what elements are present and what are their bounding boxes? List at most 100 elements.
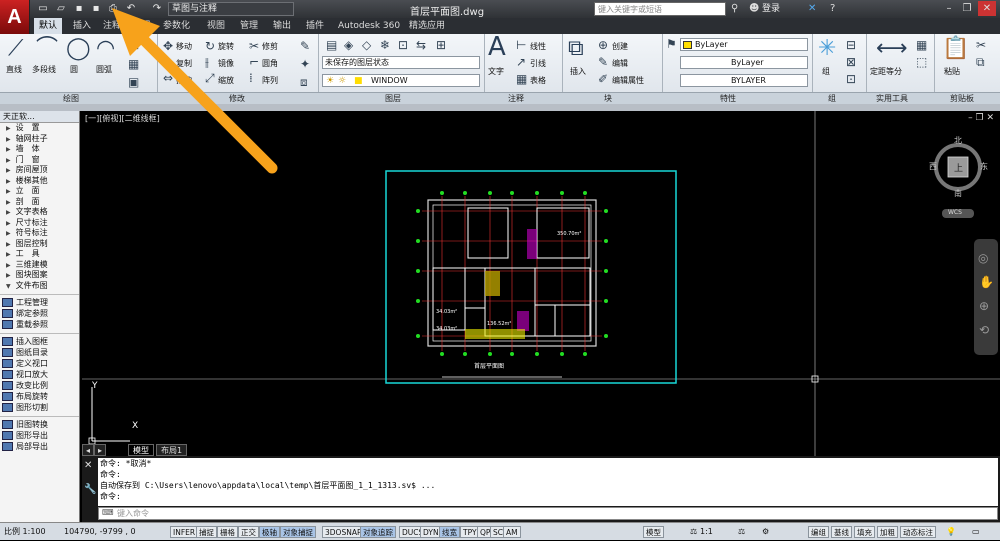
close-command-icon[interactable]: ✕ bbox=[84, 460, 92, 471]
tangent-dynamic-dim-button[interactable]: 动态标注 bbox=[900, 526, 936, 538]
tab-output[interactable]: 输出 bbox=[268, 18, 296, 34]
sidebar-item-blocks-patterns[interactable]: ▶ 图块图案 bbox=[0, 270, 79, 281]
binoculars-icon[interactable]: ⚲ bbox=[731, 2, 738, 16]
sidebar-item-symbols[interactable]: ▶ 符号标注 bbox=[0, 228, 79, 239]
command-input[interactable]: 键入命令 bbox=[98, 507, 998, 520]
zoom-extents-icon[interactable]: ⊕ bbox=[979, 299, 989, 313]
help-icon[interactable]: ? bbox=[830, 2, 835, 16]
sidebar-item-rooms-roofs[interactable]: ▶ 房间屋顶 bbox=[0, 165, 79, 176]
sidebar-tool-export-drawing[interactable]: 图形导出 bbox=[0, 430, 79, 441]
sidebar-tool-drawing-index[interactable]: 图纸目录 bbox=[0, 347, 79, 358]
draw-line-label[interactable]: 直线 bbox=[6, 64, 22, 75]
trim-icon[interactable]: ✂ bbox=[249, 40, 259, 52]
viewport-scale[interactable]: 1:1 bbox=[700, 523, 713, 541]
annotation-visibility-icon[interactable]: ⚖ bbox=[738, 523, 745, 541]
text-icon[interactable]: A bbox=[488, 34, 506, 60]
hatch-icon[interactable]: ▦ bbox=[128, 58, 139, 70]
group-icon[interactable]: ✳ bbox=[818, 38, 836, 60]
group-edit-icon[interactable]: ⊠ bbox=[846, 56, 856, 68]
insert-block-icon[interactable]: ⧉ bbox=[568, 38, 584, 60]
workspace-switch-icon[interactable]: ⚙ bbox=[762, 523, 769, 541]
panel-title-clipboard[interactable]: 剪贴板 bbox=[950, 93, 974, 104]
sidebar-item-layer-control[interactable]: ▶ 图层控制 bbox=[0, 239, 79, 250]
panel-title-modify[interactable]: 修改 bbox=[229, 93, 245, 104]
panel-title-groups[interactable]: 组 bbox=[828, 93, 836, 104]
tab-autodesk-360[interactable]: Autodesk 360 bbox=[333, 18, 405, 34]
sidebar-item-section[interactable]: ▶ 剖 面 bbox=[0, 197, 79, 208]
tab-manage[interactable]: 管理 bbox=[235, 18, 263, 34]
close-button[interactable]: ✕ bbox=[978, 1, 996, 16]
toggle-am[interactable]: AM bbox=[503, 526, 521, 538]
group-select-icon[interactable]: ⊡ bbox=[846, 73, 856, 85]
open-file-icon[interactable]: ▱ bbox=[54, 2, 68, 15]
select-all-icon[interactable]: ⬚ bbox=[916, 56, 927, 68]
explode-icon[interactable]: ✦ bbox=[300, 58, 310, 70]
tab-insert[interactable]: 插入 bbox=[68, 18, 96, 34]
toggle-polar[interactable]: 极轴 bbox=[259, 526, 280, 538]
sidebar-tool-project-manager[interactable]: 工程管理 bbox=[0, 297, 79, 308]
block-insert-label[interactable]: 插入 bbox=[570, 66, 586, 77]
application-menu-button[interactable]: A bbox=[0, 0, 30, 34]
annotation-text-label[interactable]: 文字 bbox=[488, 66, 504, 77]
compass-north[interactable]: 北 bbox=[954, 135, 962, 146]
new-file-icon[interactable]: ▭ bbox=[36, 2, 50, 15]
copy-icon[interactable]: ⧉ bbox=[163, 56, 172, 68]
sidebar-item-settings[interactable]: ▶ 设 置 bbox=[0, 123, 79, 134]
steering-wheel-icon[interactable]: ◎ bbox=[978, 251, 988, 265]
annotation-scale[interactable]: 比例 1:100 bbox=[4, 523, 46, 541]
minimize-button[interactable]: – bbox=[940, 1, 958, 16]
group-label[interactable]: 组 bbox=[822, 66, 830, 77]
layer-match-icon[interactable]: ⇆ bbox=[416, 39, 426, 51]
create-block-icon[interactable]: ⊕ bbox=[598, 39, 608, 51]
panel-title-block[interactable]: 块 bbox=[604, 93, 612, 104]
viewcube-top-face[interactable]: 上 bbox=[954, 161, 963, 174]
modify-copy[interactable]: 复制 bbox=[176, 58, 192, 69]
compass-south[interactable]: 南 bbox=[954, 188, 962, 199]
arc-icon[interactable]: ◠ bbox=[96, 38, 115, 60]
sidebar-item-3d-modeling[interactable]: ▶ 三维建模 bbox=[0, 260, 79, 271]
coordinate-readout[interactable]: 104790, -9799 , 0 bbox=[64, 523, 136, 541]
scale-icon[interactable]: ⤢ bbox=[205, 72, 215, 84]
draw-circle-label[interactable]: 圆 bbox=[70, 64, 78, 75]
offset-icon[interactable]: ⧈ bbox=[300, 76, 308, 88]
layer-properties-icon[interactable]: ▤ bbox=[326, 39, 337, 51]
compass-east[interactable]: 东 bbox=[980, 161, 988, 172]
sidebar-item-tools[interactable]: ▶ 工 具 bbox=[0, 249, 79, 260]
sidebar-item-walls[interactable]: ▶ 墙 体 bbox=[0, 144, 79, 155]
tangent-bold-button[interactable]: 加粗 bbox=[877, 526, 898, 538]
drawing-canvas[interactable]: [一][俯视][二维线框] – ❐ ✕ 北 南 西 东 上 WCS 首层平面图 … bbox=[82, 111, 1000, 456]
draw-polyline-label[interactable]: 多段线 bbox=[32, 64, 56, 75]
move-icon[interactable]: ✥ bbox=[163, 40, 173, 52]
panel-title-utilities[interactable]: 实用工具 bbox=[876, 93, 908, 104]
tab-parametric[interactable]: 参数化 bbox=[158, 18, 195, 34]
lineweight-select[interactable]: BYLAYER bbox=[680, 74, 808, 87]
modify-fillet[interactable]: 圆角 bbox=[262, 58, 278, 69]
floor-plan[interactable] bbox=[416, 191, 608, 378]
tab-layout[interactable]: 布局 bbox=[128, 18, 156, 34]
tab-featured-apps[interactable]: 精选应用 bbox=[404, 18, 450, 34]
panel-title-layers[interactable]: 图层 bbox=[385, 93, 401, 104]
sidebar-tool-layout-rotate[interactable]: 布局旋转 bbox=[0, 391, 79, 402]
sidebar-item-text-tables[interactable]: ▶ 文字表格 bbox=[0, 207, 79, 218]
search-input[interactable]: 键入关键字或短语 bbox=[594, 2, 726, 16]
sidebar-tool-define-viewport[interactable]: 定义视口 bbox=[0, 358, 79, 369]
tab-plugins[interactable]: 插件 bbox=[301, 18, 329, 34]
redo-icon[interactable]: ↷ bbox=[150, 2, 164, 15]
table-icon[interactable]: ▦ bbox=[516, 73, 527, 85]
array-icon[interactable]: ⁞ bbox=[249, 72, 253, 84]
toggle-otrack[interactable]: 对象追踪 bbox=[360, 526, 396, 538]
utilities-label[interactable]: 定距等分 bbox=[870, 66, 902, 77]
compass-west[interactable]: 西 bbox=[929, 161, 937, 172]
panel-title-annotation[interactable]: 注释 bbox=[508, 93, 524, 104]
save-icon[interactable]: ▪ bbox=[72, 2, 86, 15]
quick-calc-icon[interactable]: ▦ bbox=[916, 39, 927, 51]
sidebar-item-axis-columns[interactable]: ▶ 轴网柱子 bbox=[0, 134, 79, 145]
tab-nav-next[interactable]: ▸ bbox=[94, 444, 106, 456]
annotation-leader[interactable]: 引线 bbox=[530, 58, 546, 69]
toggle-lineweight[interactable]: 线宽 bbox=[439, 526, 460, 538]
tab-annotate[interactable]: 注释 bbox=[98, 18, 126, 34]
tangent-fill-button[interactable]: 填充 bbox=[854, 526, 875, 538]
save-as-icon[interactable]: ▪ bbox=[89, 2, 103, 15]
measure-icon[interactable]: ⟷ bbox=[876, 38, 908, 60]
rotate-icon[interactable]: ↻ bbox=[205, 40, 215, 52]
